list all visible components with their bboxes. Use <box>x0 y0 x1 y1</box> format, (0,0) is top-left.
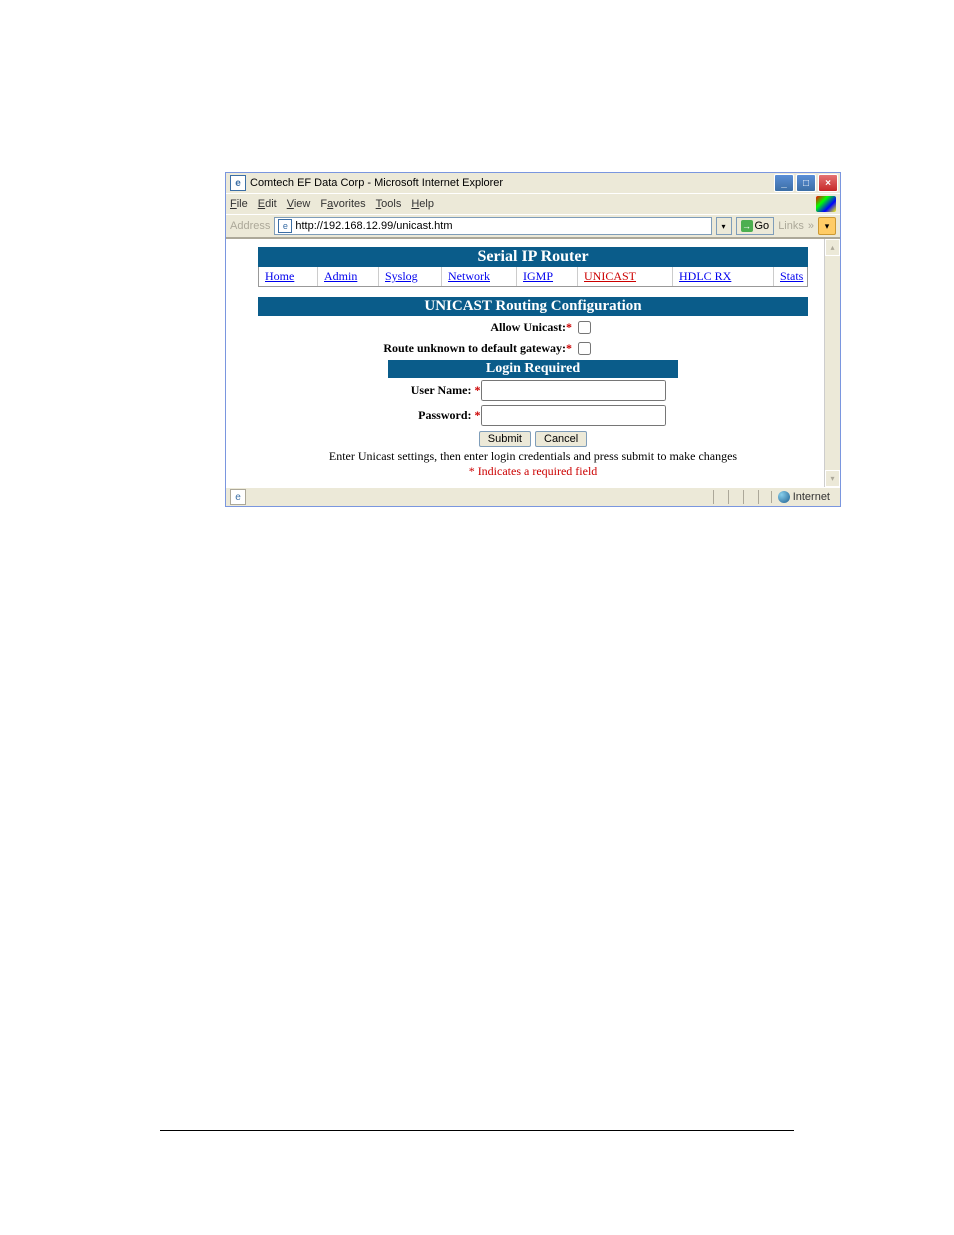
form-area: Allow Unicast:* Route unknown to default… <box>258 318 808 479</box>
status-cells <box>713 490 771 504</box>
cancel-button[interactable]: Cancel <box>535 431 587 447</box>
go-button[interactable]: → Go <box>736 217 775 235</box>
nav-network[interactable]: Network <box>442 267 517 286</box>
go-label: Go <box>755 220 770 232</box>
nav-hdlcrx[interactable]: HDLC RX <box>673 267 774 286</box>
address-input[interactable]: e http://192.168.12.99/unicast.htm <box>274 217 711 235</box>
content-area: ▴ ▾ Serial IP Router Home Admin Syslog N… <box>226 238 840 487</box>
nav-unicast[interactable]: UNICAST <box>578 267 673 286</box>
username-row: User Name: * <box>401 380 666 401</box>
window-title: Comtech EF Data Corp - Microsoft Interne… <box>250 177 774 189</box>
links-chevron-icon[interactable]: » <box>808 220 814 232</box>
menubar: File Edit View Favorites Tools Help <box>226 194 840 214</box>
status-zone-text: Internet <box>793 491 830 503</box>
minimize-button[interactable]: _ <box>774 174 794 192</box>
statusbar: e Internet <box>226 487 840 506</box>
address-dropdown-button[interactable]: ▾ <box>716 217 732 235</box>
hint-required: * Indicates a required field <box>258 464 808 479</box>
status-zone: Internet <box>771 491 836 503</box>
password-input[interactable] <box>481 405 666 426</box>
page-footer-line <box>160 1130 794 1131</box>
address-label: Address <box>230 220 270 232</box>
globe-icon <box>778 491 790 503</box>
nav-row: Home Admin Syslog Network IGMP UNICAST H… <box>258 267 808 287</box>
address-url: http://192.168.12.99/unicast.htm <box>295 220 452 232</box>
titlebar[interactable]: e Comtech EF Data Corp - Microsoft Inter… <box>226 173 840 194</box>
close-button[interactable]: × <box>818 174 838 192</box>
username-label: User Name: * <box>401 383 481 398</box>
button-row: Submit Cancel <box>479 431 588 447</box>
section-title: UNICAST Routing Configuration <box>258 297 808 316</box>
nav-syslog[interactable]: Syslog <box>379 267 442 286</box>
password-label: Password: * <box>401 408 481 423</box>
route-unknown-checkbox[interactable] <box>578 342 591 355</box>
ie-icon: e <box>230 175 246 191</box>
page-inner: Serial IP Router Home Admin Syslog Netwo… <box>258 247 808 479</box>
login-title: Login Required <box>388 360 678 378</box>
menu-favorites[interactable]: Favorites <box>320 198 365 210</box>
password-row: Password: * <box>401 405 666 426</box>
nav-admin[interactable]: Admin <box>318 267 379 286</box>
nav-igmp[interactable]: IGMP <box>517 267 578 286</box>
username-input[interactable] <box>481 380 666 401</box>
status-page-icon: e <box>230 489 246 505</box>
menu-tools[interactable]: Tools <box>376 198 402 210</box>
allow-unicast-label: Allow Unicast:* <box>312 320 574 335</box>
hint-instructions: Enter Unicast settings, then enter login… <box>258 449 808 464</box>
allow-unicast-row: Allow Unicast:* <box>258 318 808 337</box>
submit-button[interactable]: Submit <box>479 431 531 447</box>
scroll-up-button[interactable]: ▴ <box>825 239 840 256</box>
menu-help[interactable]: Help <box>411 198 434 210</box>
route-unknown-row: Route unknown to default gateway:* <box>258 339 808 358</box>
links-label[interactable]: Links <box>778 220 804 232</box>
login-box: User Name: * Password: * Submit Cancel <box>401 378 666 449</box>
address-bar: Address e http://192.168.12.99/unicast.h… <box>226 214 840 238</box>
menu-file[interactable]: File <box>230 198 248 210</box>
toolbar-extra-button[interactable]: ▾ <box>818 217 836 235</box>
go-arrow-icon: → <box>741 220 753 232</box>
scroll-down-button[interactable]: ▾ <box>825 470 840 487</box>
nav-home[interactable]: Home <box>259 267 318 286</box>
maximize-button[interactable]: □ <box>796 174 816 192</box>
route-unknown-label: Route unknown to default gateway:* <box>312 341 574 356</box>
page-icon: e <box>278 219 292 233</box>
allow-unicast-checkbox[interactable] <box>578 321 591 334</box>
scrollbar[interactable]: ▴ ▾ <box>824 239 840 487</box>
menu-view[interactable]: View <box>287 198 311 210</box>
menu-edit[interactable]: Edit <box>258 198 277 210</box>
page-title: Serial IP Router <box>258 247 808 267</box>
nav-stats[interactable]: Stats <box>774 267 809 286</box>
window-buttons: _ □ × <box>774 174 838 192</box>
windows-logo-icon <box>816 196 836 212</box>
browser-window: e Comtech EF Data Corp - Microsoft Inter… <box>225 172 841 507</box>
